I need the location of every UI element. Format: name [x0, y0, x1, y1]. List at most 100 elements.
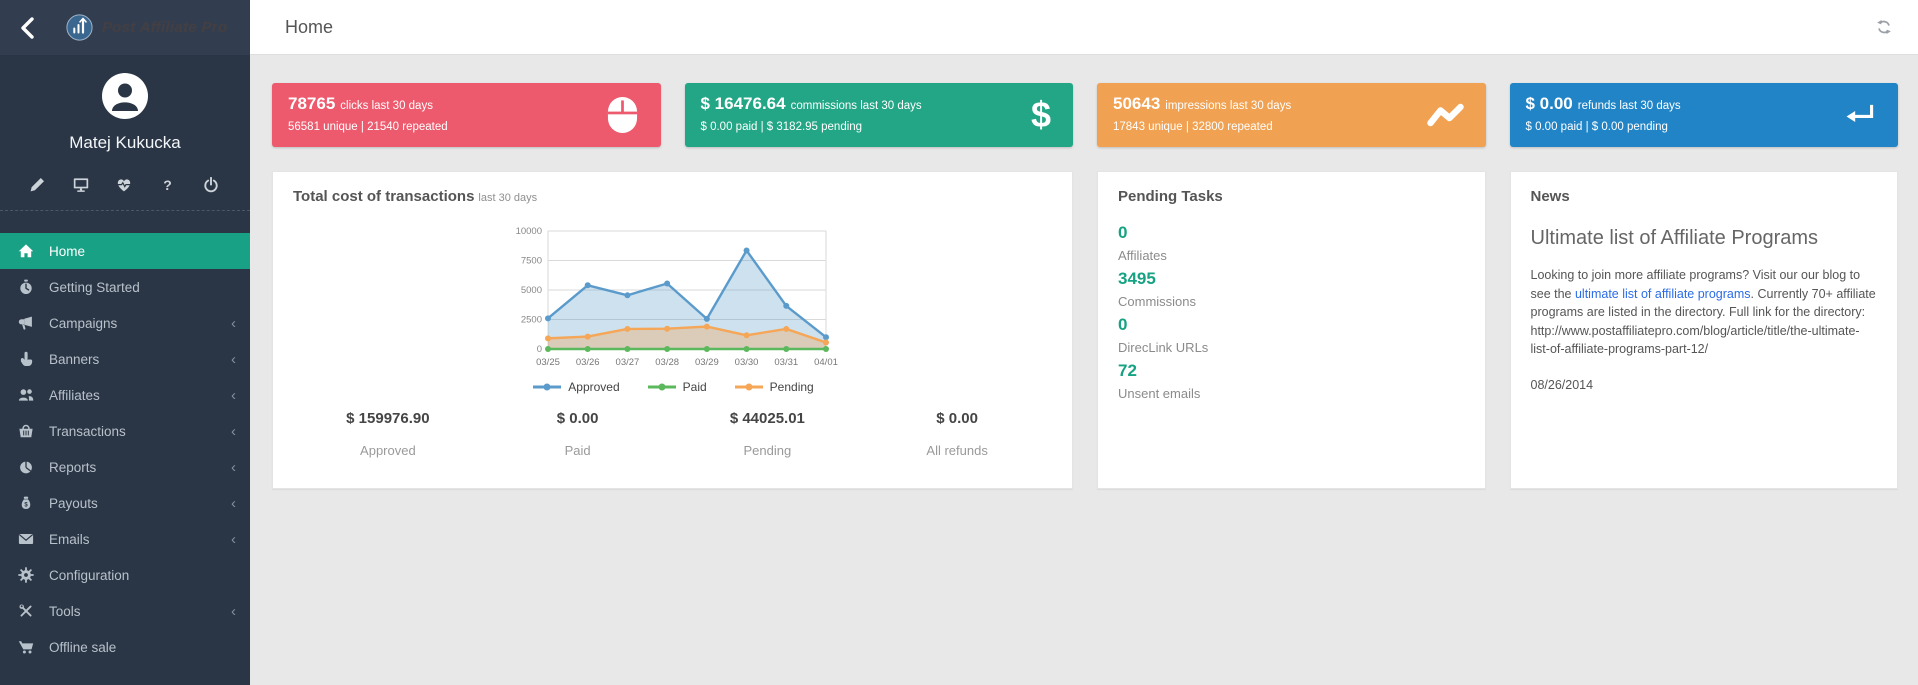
- page-title: Home: [285, 17, 333, 38]
- summary-value: $ 44025.01: [673, 410, 863, 427]
- task-count-commissions[interactable]: 3495: [1118, 267, 1465, 290]
- summary-label: Approved: [293, 443, 483, 458]
- svg-text:03/27: 03/27: [615, 357, 639, 368]
- sidebar-item-tools[interactable]: Tools‹: [0, 593, 250, 629]
- sidebar-item-banners[interactable]: Banners ‹: [0, 341, 250, 377]
- heartbeat-button[interactable]: [115, 176, 133, 194]
- stat-value: 50643: [1113, 94, 1160, 113]
- sidebar-item-label: Campaigns: [49, 316, 117, 331]
- stat-card-commissions: $ 16476.64commissions last 30 days$ 0.00…: [685, 83, 1074, 147]
- power-button[interactable]: [202, 176, 220, 194]
- sidebar-header: Post Affiliate Pro: [0, 0, 250, 55]
- svg-text:03/30: 03/30: [734, 357, 758, 368]
- news-link[interactable]: ultimate list of affiliate programs: [1575, 287, 1751, 301]
- summary-label: All refunds: [862, 443, 1052, 458]
- summary-paid: $ 0.00 Paid: [483, 410, 673, 458]
- sidebar-item-offline-sale[interactable]: Offline sale: [0, 629, 250, 665]
- refresh-icon: [1876, 19, 1892, 35]
- pencil-button[interactable]: [28, 176, 46, 194]
- sidebar-item-label: Banners: [49, 352, 99, 367]
- cart-icon: [18, 639, 34, 655]
- submenu-chevron-icon: ‹: [231, 532, 236, 547]
- stat-label: refunds last 30 days: [1578, 100, 1681, 112]
- chart-card: Total cost of transactionslast 30 days 0…: [272, 171, 1073, 489]
- monitor-icon: [73, 177, 89, 193]
- svg-text:03/26: 03/26: [575, 357, 599, 368]
- task-count-affiliates[interactable]: 0: [1118, 221, 1465, 244]
- svg-text:2500: 2500: [520, 315, 541, 326]
- users-icon: [18, 387, 34, 403]
- question-button[interactable]: ?: [159, 176, 177, 194]
- transactions-chart: 02500500075001000003/2503/2603/2703/2803…: [508, 225, 838, 394]
- sidebar-item-transactions[interactable]: Transactions‹: [0, 413, 250, 449]
- stat-card-refunds: $ 0.00refunds last 30 days$ 0.00 paid | …: [1510, 83, 1899, 147]
- basket-icon: [18, 423, 34, 439]
- legend-item-paid: Paid: [646, 380, 707, 394]
- sidebar-item-configuration[interactable]: Configuration: [0, 557, 250, 593]
- sidebar-item-home[interactable]: Home: [0, 233, 250, 269]
- refresh-button[interactable]: [1876, 19, 1892, 35]
- task-count-direclink-urls[interactable]: 0: [1118, 313, 1465, 336]
- user-profile: Matej Kukucka: [0, 55, 250, 155]
- svg-text:0: 0: [536, 344, 541, 355]
- sidebar-item-campaigns[interactable]: Campaigns ‹: [0, 305, 250, 341]
- legend-label: Paid: [683, 380, 707, 394]
- sidebar-item-affiliates[interactable]: Affiliates‹: [0, 377, 250, 413]
- chart-title: Total cost of transactions: [293, 188, 474, 205]
- brand-name: Post Affiliate Pro: [102, 19, 227, 36]
- legend-item-pending: Pending: [733, 380, 814, 394]
- chart-legend: Approved Paid Pending: [508, 380, 838, 394]
- task-label: DirecLink URLs: [1118, 336, 1465, 359]
- submenu-chevron-icon: ‹: [231, 352, 236, 367]
- sidebar-item-label: Reports: [49, 460, 96, 475]
- summary-label: Paid: [483, 443, 673, 458]
- task-count-unsent-emails[interactable]: 72: [1118, 359, 1465, 382]
- megaphone-icon: [18, 315, 34, 331]
- legend-marker-icon: [733, 382, 765, 392]
- gear-icon: [18, 567, 34, 583]
- stat-cards-row: 78765clicks last 30 days56581 unique | 2…: [272, 83, 1898, 147]
- legend-item-approved: Approved: [531, 380, 619, 394]
- svg-text:03/29: 03/29: [694, 357, 718, 368]
- submenu-chevron-icon: ‹: [231, 316, 236, 331]
- sidebar-item-getting-started[interactable]: Getting Started: [0, 269, 250, 305]
- mouse-icon: [606, 95, 639, 135]
- money-bag-icon: $: [18, 495, 34, 511]
- question-icon: ?: [163, 177, 172, 193]
- home-icon: [18, 243, 34, 259]
- sidebar-item-payouts[interactable]: $Payouts‹: [0, 485, 250, 521]
- widgets-row: Total cost of transactionslast 30 days 0…: [272, 171, 1898, 489]
- power-icon: [203, 177, 219, 193]
- person-icon: [102, 73, 148, 119]
- news-article-body: Looking to join more affiliate programs?…: [1531, 266, 1878, 359]
- stat-subtext: $ 0.00 paid | $ 3182.95 pending: [701, 121, 1058, 133]
- pie-chart-icon: [18, 459, 34, 475]
- legend-marker-icon: [646, 382, 678, 392]
- svg-text:10000: 10000: [515, 226, 541, 237]
- sidebar-item-reports[interactable]: Reports‹: [0, 449, 250, 485]
- news-title: News: [1531, 188, 1878, 205]
- news-card: News Ultimate list of Affiliate Programs…: [1510, 171, 1899, 489]
- sidebar-nav: Home Getting Started Campaigns ‹ Banners ‹ Aff…: [0, 233, 250, 665]
- envelope-icon: [18, 531, 34, 547]
- legend-label: Pending: [770, 380, 814, 394]
- summary-value: $ 0.00: [483, 410, 673, 427]
- sidebar-item-label: Affiliates: [49, 388, 100, 403]
- summary-approved: $ 159976.90Approved: [293, 410, 483, 458]
- sidebar: Post Affiliate Pro Matej Kukucka ? Home G…: [0, 0, 250, 685]
- legend-marker-icon: [531, 382, 563, 392]
- back-button[interactable]: [20, 17, 34, 39]
- legend-label: Approved: [568, 380, 619, 394]
- sidebar-item-label: Offline sale: [49, 640, 116, 655]
- summary-all-refunds: $ 0.00All refunds: [862, 410, 1052, 458]
- sidebar-item-label: Emails: [49, 532, 90, 547]
- sidebar-divider: [0, 210, 250, 211]
- svg-text:03/28: 03/28: [655, 357, 679, 368]
- sidebar-item-emails[interactable]: Emails ‹: [0, 521, 250, 557]
- monitor-button[interactable]: [72, 176, 90, 194]
- task-label: Affiliates: [1118, 244, 1465, 267]
- stopwatch-icon: [18, 279, 34, 295]
- sidebar-item-label: Home: [49, 244, 85, 259]
- chart-summary: $ 159976.90Approved$ 0.00 Paid$ 44025.01 P…: [293, 410, 1052, 472]
- stat-value: $ 0.00: [1526, 94, 1573, 113]
